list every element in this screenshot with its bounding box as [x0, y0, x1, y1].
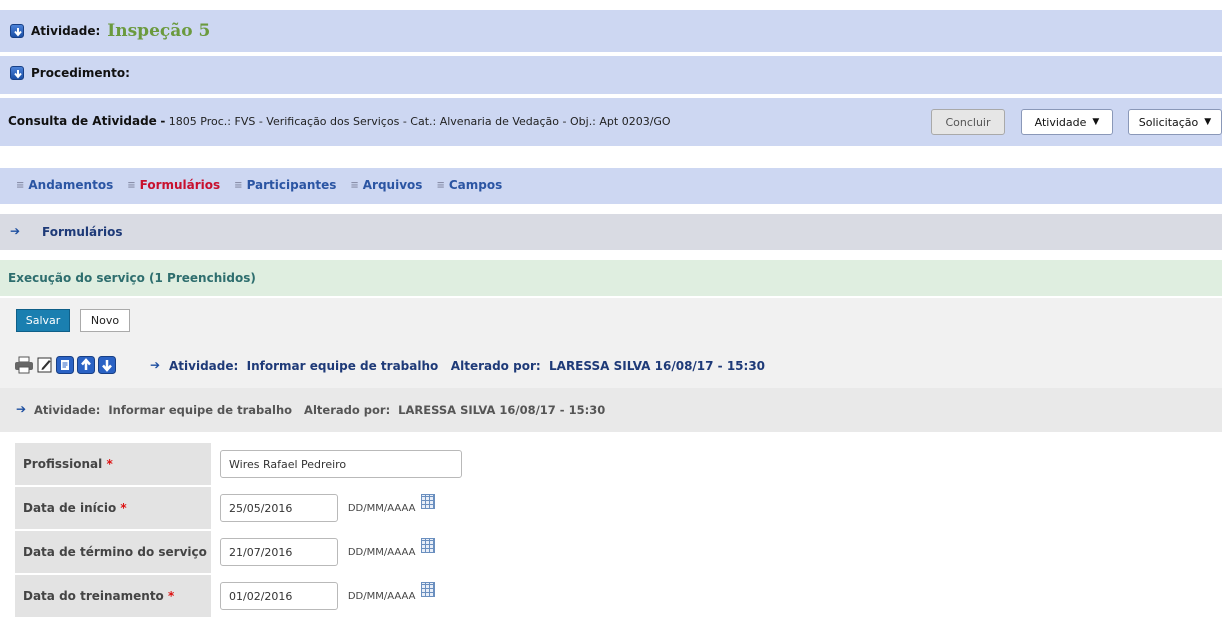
- bullet-icon: ≡: [436, 179, 445, 191]
- expand-down-icon[interactable]: [10, 66, 24, 80]
- training-date-label: Data do treinamento: [23, 589, 164, 603]
- tab-label: Campos: [448, 178, 503, 192]
- consult-details: 1805 Proc.: FVS - Verificação dos Serviç…: [168, 115, 671, 128]
- form-row-training-date: Data do treinamento * 01/02/2016 DD/MM/A…: [14, 574, 467, 618]
- caret-down-icon: ▼: [1092, 117, 1100, 127]
- section-bar: ➔ Formulários: [0, 214, 1222, 250]
- conclude-button[interactable]: Concluir: [931, 109, 1005, 135]
- arrow-up-icon[interactable]: [77, 356, 95, 377]
- new-button[interactable]: Novo: [80, 309, 130, 332]
- tab-andamentos[interactable]: ≡ Andamentos: [16, 178, 113, 192]
- required-marker: *: [106, 457, 113, 471]
- form-row-start-date: Data de início * 25/05/2016 DD/MM/AAAA: [14, 486, 467, 530]
- conclude-label: Concluir: [945, 115, 991, 129]
- arrow-right-icon: ➔: [150, 358, 161, 372]
- professional-label-cell: Profissional *: [14, 442, 212, 486]
- history-line-primary[interactable]: Atividade: Informar equipe de trabalho A…: [169, 359, 765, 373]
- new-label: Novo: [90, 314, 120, 327]
- end-date-label: Data de término do serviço: [23, 545, 207, 559]
- activity-title-row: Atividade: Inspeção 5: [10, 21, 210, 41]
- start-date-field[interactable]: 25/05/2016: [220, 494, 338, 522]
- activity-header-bar: Atividade: Inspeção 5: [0, 10, 1222, 52]
- training-date-label-cell: Data do treinamento *: [14, 574, 212, 618]
- procedure-label: Procedimento:: [31, 66, 130, 80]
- required-marker: *: [167, 589, 175, 603]
- caret-down-icon: ▼: [1204, 117, 1212, 127]
- tab-label: Formulários: [139, 178, 221, 192]
- copy-icon[interactable]: [56, 356, 74, 377]
- save-label: Salvar: [25, 314, 61, 327]
- save-button[interactable]: Salvar: [16, 309, 70, 332]
- form-table: Profissional * Wires Rafael Pedreiro Dat…: [14, 442, 467, 618]
- training-date-field[interactable]: 01/02/2016: [220, 582, 338, 610]
- tab-formularios[interactable]: ≡ Formulários: [127, 178, 220, 192]
- tab-arquivos[interactable]: ≡ Arquivos: [350, 178, 422, 192]
- activity-dropdown-label: Atividade: [1034, 115, 1087, 129]
- calendar-icon[interactable]: [421, 582, 436, 597]
- history-row: ➔ Atividade: Informar equipe de trabalho…: [0, 388, 1222, 432]
- expand-down-icon[interactable]: [10, 24, 24, 38]
- edit-icon[interactable]: [37, 356, 53, 377]
- consult-bar: Consulta de Atividade - 1805 Proc.: FVS …: [0, 98, 1222, 146]
- activity-value: Inspeção 5: [107, 21, 211, 41]
- request-dropdown-label: Solicitação: [1138, 115, 1199, 129]
- consult-title: Consulta de Atividade: [8, 114, 157, 128]
- print-icon[interactable]: [14, 356, 34, 377]
- professional-field[interactable]: Wires Rafael Pedreiro: [220, 450, 462, 478]
- professional-value-cell: Wires Rafael Pedreiro: [212, 442, 467, 486]
- calendar-icon[interactable]: [421, 494, 436, 509]
- activity-label: Atividade:: [31, 24, 101, 38]
- end-date-value-cell: 21/07/2016 DD/MM/AAAA: [212, 530, 467, 574]
- calendar-icon[interactable]: [421, 538, 436, 553]
- tab-label: Participantes: [246, 178, 337, 192]
- end-date-format: DD/MM/AAAA: [347, 546, 416, 558]
- form-row-end-date: Data de término do serviço 21/07/2016 DD…: [14, 530, 467, 574]
- training-date-value-cell: 01/02/2016 DD/MM/AAAA: [212, 574, 467, 618]
- bullet-icon: ≡: [234, 179, 243, 191]
- tab-label: Andamentos: [28, 178, 114, 192]
- professional-label: Profissional: [23, 457, 103, 471]
- end-date-field[interactable]: 21/07/2016: [220, 538, 338, 566]
- tab-participantes[interactable]: ≡ Participantes: [234, 178, 336, 192]
- procedure-title-row: Procedimento:: [10, 66, 130, 80]
- toolbar-icons: [14, 356, 116, 377]
- end-date-label-cell: Data de término do serviço: [14, 530, 212, 574]
- action-row: Salvar Novo: [0, 298, 1222, 344]
- arrow-right-icon: ➔: [10, 224, 21, 238]
- start-date-format: DD/MM/AAAA: [347, 502, 416, 514]
- request-dropdown-button[interactable]: Solicitação ▼: [1128, 109, 1222, 135]
- tab-campos[interactable]: ≡ Campos: [436, 178, 502, 192]
- start-date-label-cell: Data de início *: [14, 486, 212, 530]
- arrow-right-icon: ➔: [16, 402, 27, 416]
- procedure-header-bar: Procedimento:: [0, 56, 1222, 94]
- arrow-down-icon[interactable]: [98, 356, 116, 377]
- activity-dropdown-button[interactable]: Atividade ▼: [1021, 109, 1113, 135]
- bullet-icon: ≡: [127, 179, 136, 191]
- execution-title: Execução do serviço (1 Preenchidos): [8, 271, 256, 285]
- section-title: Formulários: [42, 225, 123, 239]
- start-date-value-cell: 25/05/2016 DD/MM/AAAA: [212, 486, 467, 530]
- tab-label: Arquivos: [362, 178, 423, 192]
- consult-separator: -: [160, 114, 166, 128]
- history-line-secondary: Atividade: Informar equipe de trabalho A…: [34, 403, 606, 417]
- toolbar-row: ➔ Atividade: Informar equipe de trabalho…: [0, 344, 1222, 388]
- required-marker: *: [120, 501, 127, 515]
- start-date-label: Data de início: [23, 501, 117, 515]
- bullet-icon: ≡: [16, 179, 25, 191]
- tab-list: ≡ Andamentos ≡ Formulários ≡ Participantes …: [16, 178, 502, 192]
- execution-bar: Execução do serviço (1 Preenchidos): [0, 260, 1222, 296]
- form-row-professional: Profissional * Wires Rafael Pedreiro: [14, 442, 467, 486]
- consult-text: Consulta de Atividade - 1805 Proc.: FVS …: [8, 114, 671, 128]
- training-date-format: DD/MM/AAAA: [347, 590, 416, 602]
- bullet-icon: ≡: [350, 179, 359, 191]
